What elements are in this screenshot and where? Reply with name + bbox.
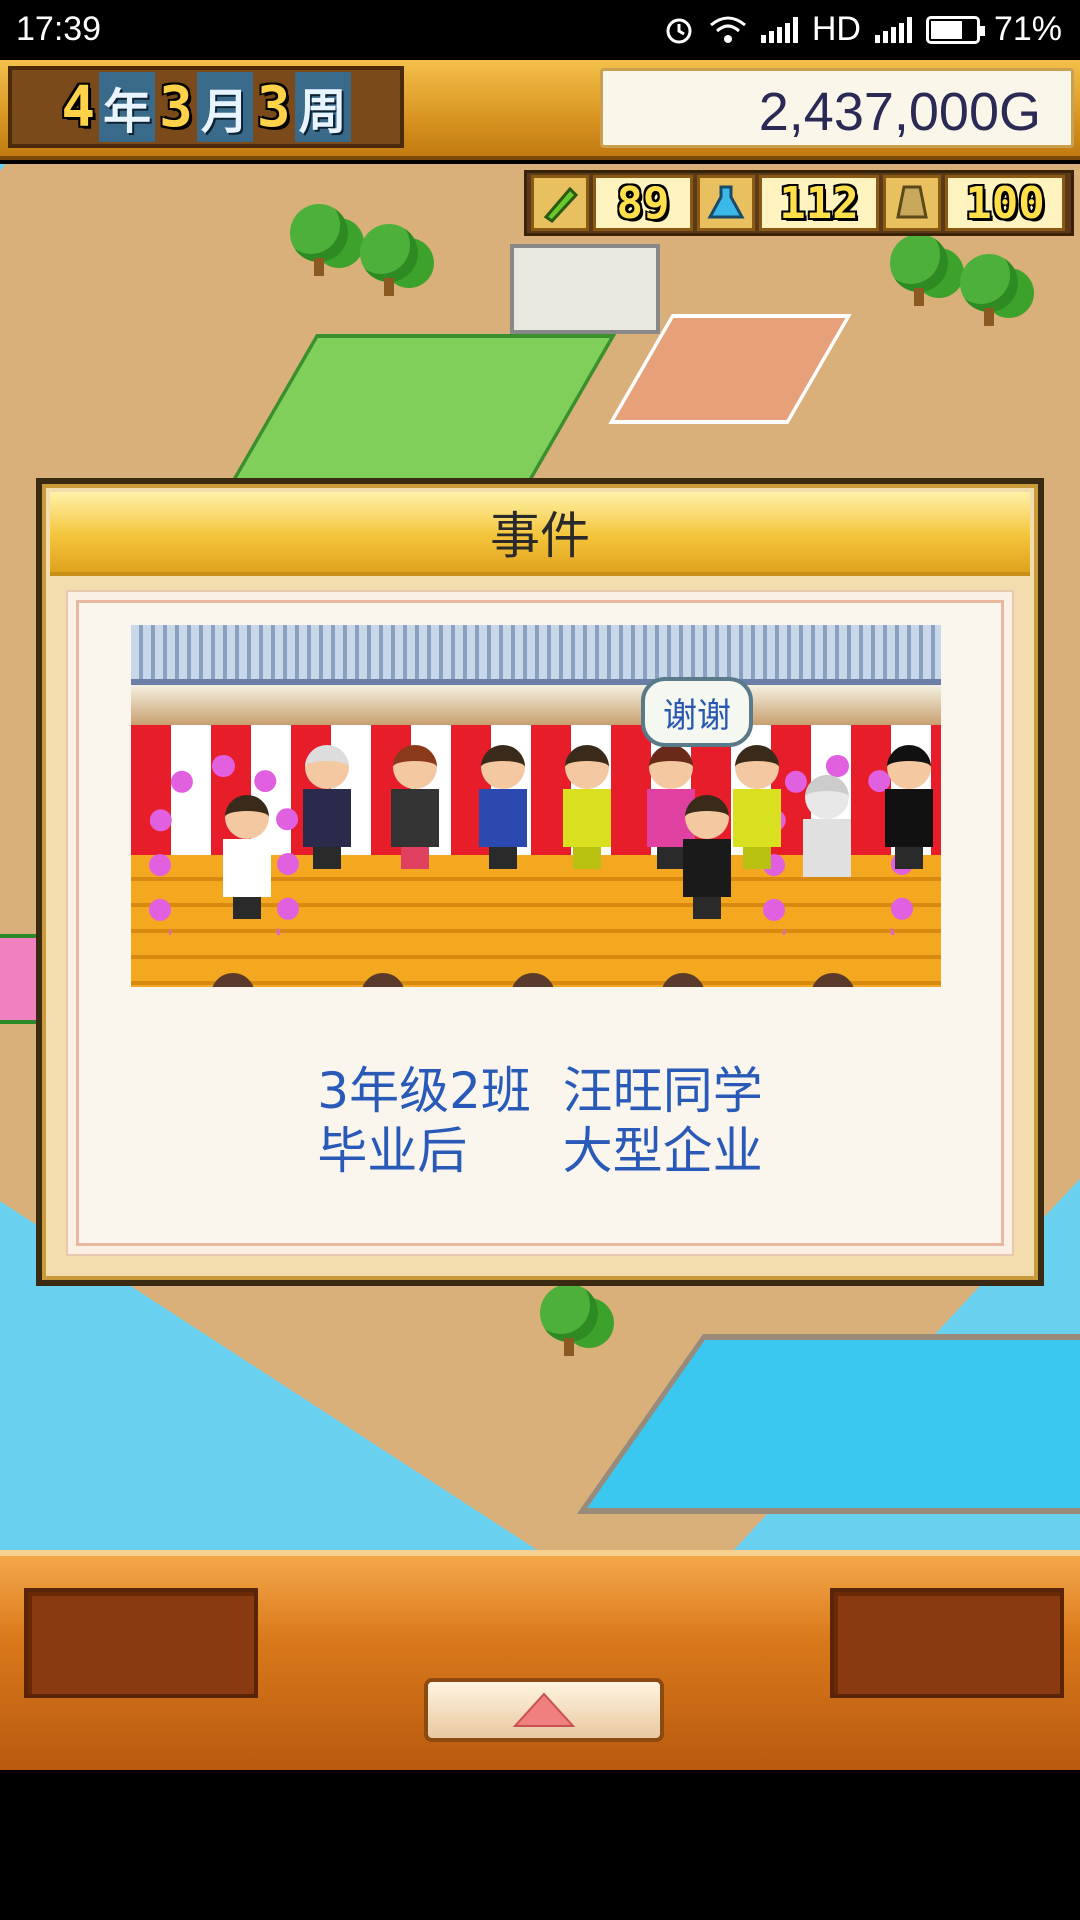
left-menu-slot[interactable] xyxy=(24,1588,258,1698)
signal-icon xyxy=(874,16,912,43)
year-unit: 年 xyxy=(99,72,156,142)
alarm-icon xyxy=(666,18,692,43)
triangle-up-icon xyxy=(512,1692,576,1727)
week-value: 3 xyxy=(256,74,291,140)
battery-percent: 71% xyxy=(993,10,1062,48)
staff-character xyxy=(561,745,613,869)
battery-icon xyxy=(925,15,985,44)
staff-character xyxy=(731,745,783,869)
week-unit: 周 xyxy=(294,72,351,142)
battery-level xyxy=(930,20,963,39)
event-dialog[interactable]: 事件 谢谢 3年级2班 汪旺同学 毕业后 大型企业 xyxy=(36,478,1044,1286)
tree xyxy=(540,1284,598,1356)
right-menu-slot[interactable] xyxy=(830,1588,1064,1698)
flask-icon xyxy=(697,175,755,231)
money-value: 2,437,000G xyxy=(758,82,1041,142)
building-room[interactable] xyxy=(510,244,660,334)
date-display[interactable]: 4 年 3 月 3 周 xyxy=(8,66,404,148)
event-message-line2: 毕业后 大型企业 xyxy=(317,1122,763,1180)
navigation-area xyxy=(0,1770,1080,1920)
network-type: HD xyxy=(811,10,861,48)
stat-sports-value: 100 xyxy=(945,175,1065,231)
money-display[interactable]: 2,437,000G xyxy=(600,68,1074,148)
scene-roof xyxy=(131,625,941,685)
tree xyxy=(360,224,418,296)
speech-bubble: 谢谢 xyxy=(641,677,753,747)
event-message: 3年级2班 汪旺同学 毕业后 大型企业 xyxy=(79,1061,1001,1181)
stat-study-value: 89 xyxy=(593,175,693,231)
bottom-panel xyxy=(0,1550,1080,1770)
graduate-character xyxy=(681,795,733,919)
dialog-body: 谢谢 3年级2班 汪旺同学 毕业后 大型企业 xyxy=(76,600,1004,1246)
year-value: 4 xyxy=(61,74,96,140)
tree xyxy=(290,204,348,276)
stats-bar: 89 112 100 xyxy=(524,170,1074,236)
wifi-icon xyxy=(709,16,746,43)
status-bar: 17:39 HD 71% xyxy=(0,0,1080,60)
event-message-line1: 3年级2班 汪旺同学 xyxy=(317,1062,763,1120)
graduation-scene-image: 谢谢 xyxy=(131,625,941,987)
month-value: 3 xyxy=(159,74,193,140)
tree xyxy=(890,234,948,306)
signal-icon xyxy=(760,16,798,43)
teacher-character xyxy=(477,745,529,869)
stat-science-value: 112 xyxy=(759,175,879,231)
flower-bed xyxy=(0,934,40,1024)
pencil-icon xyxy=(531,175,589,231)
game-top-bar: 4 年 3 月 3 周 2,437,000G xyxy=(0,60,1080,160)
expand-menu-button[interactable] xyxy=(424,1678,664,1742)
month-unit: 月 xyxy=(196,72,253,142)
dialog-title: 事件 xyxy=(490,507,590,565)
dialog-header: 事件 xyxy=(50,492,1030,576)
clock: 17:39 xyxy=(16,10,102,48)
trophy-icon xyxy=(883,175,941,231)
audience-heads xyxy=(131,971,941,987)
ghost-character xyxy=(801,775,853,877)
graduate-cap-character xyxy=(883,745,935,869)
status-icons: HD 71% xyxy=(663,10,1062,49)
scene-beam xyxy=(131,685,941,725)
tree xyxy=(960,254,1018,326)
teacher-character xyxy=(389,745,441,869)
principal-character xyxy=(301,745,353,869)
student-character xyxy=(221,795,273,919)
